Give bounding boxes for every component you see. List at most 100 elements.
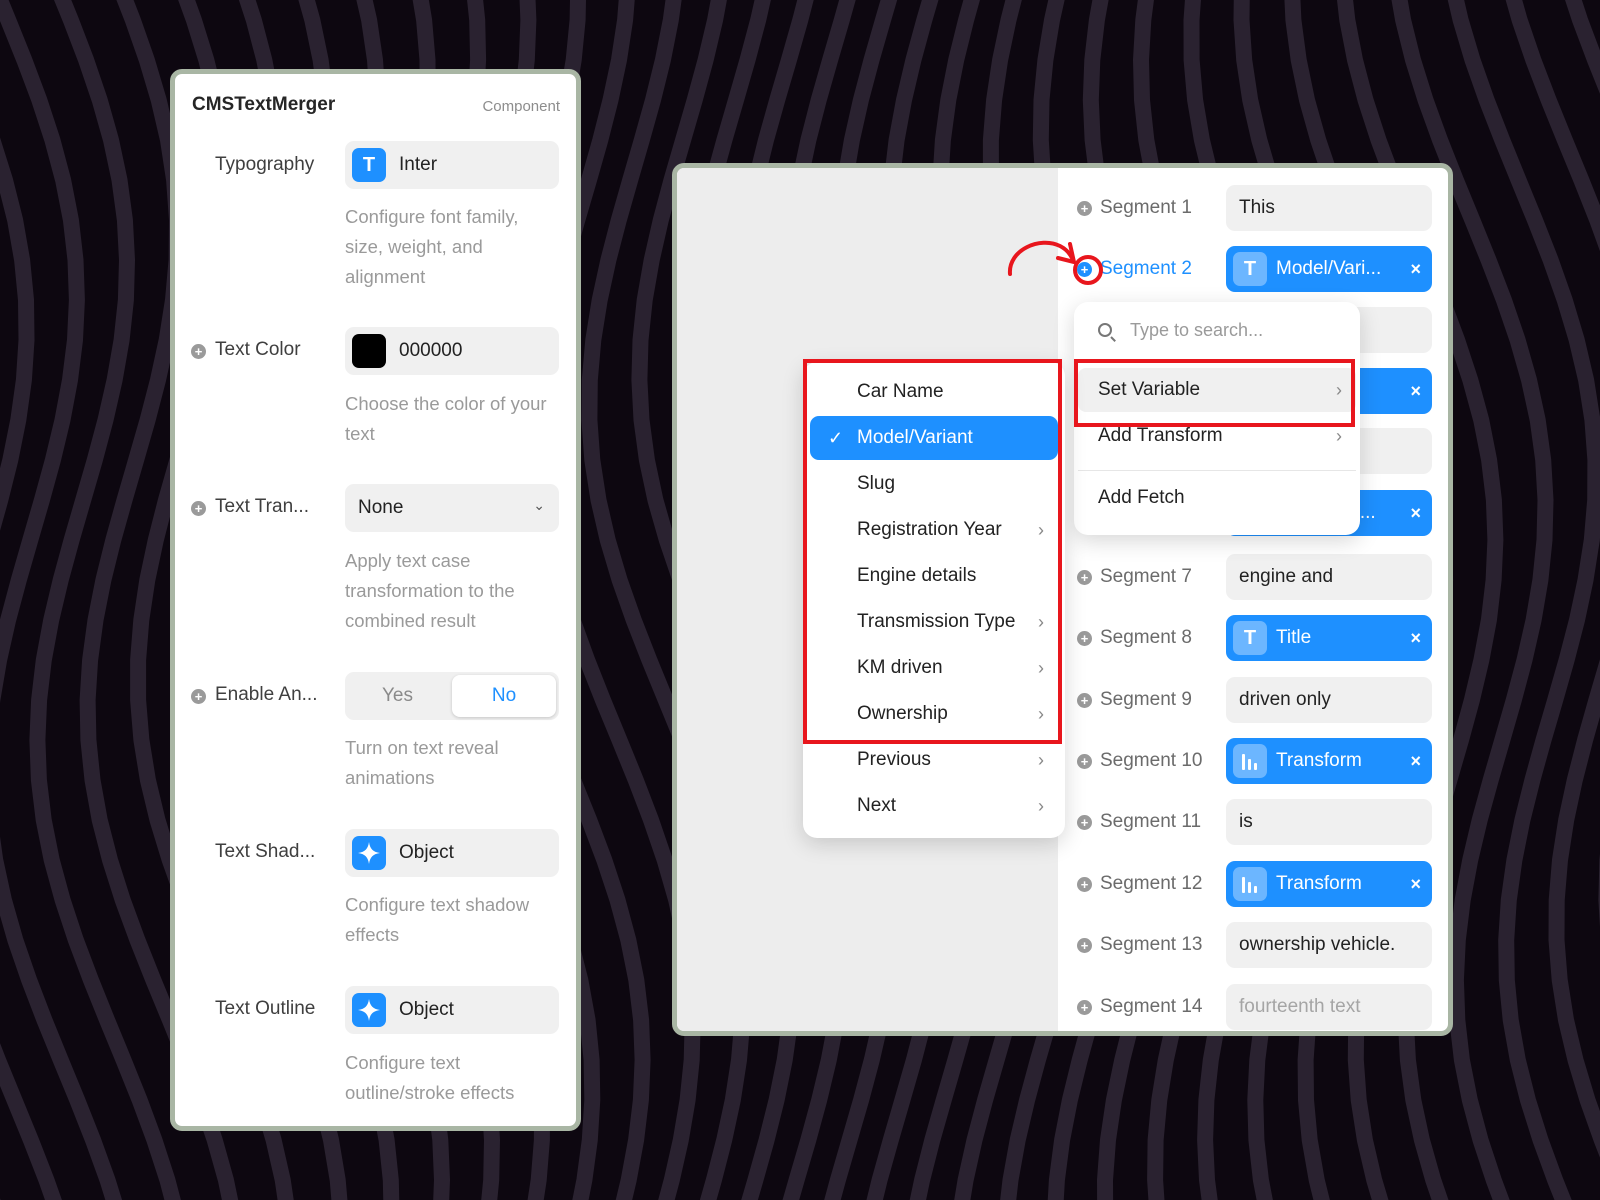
segment-row: + Segment 12 Transform × xyxy=(1073,861,1445,907)
text-icon: T xyxy=(1233,621,1267,655)
text-shadow-value: Object xyxy=(399,842,454,863)
enable-animation-label: Enable An... xyxy=(215,684,318,705)
chevron-right-icon: › xyxy=(1038,796,1044,816)
segment-row: + Segment 10 Transform × xyxy=(1073,738,1445,784)
typography-label: Typography xyxy=(215,154,315,175)
segment-variable-chip[interactable]: T Model/Vari... × xyxy=(1226,246,1432,292)
text-color-description: Choose the color of your text xyxy=(345,393,547,444)
segment-row: + Segment 11 is xyxy=(1073,799,1445,845)
segment-row: + Segment 9 driven only xyxy=(1073,677,1445,723)
segment-label: Segment 8 xyxy=(1100,627,1192,648)
menu-item-label: Add Transform xyxy=(1098,425,1223,446)
segment-transform-chip[interactable]: Transform × xyxy=(1226,861,1432,907)
segment-variable-chip[interactable]: T Title × xyxy=(1226,615,1432,661)
close-icon[interactable]: × xyxy=(1410,861,1421,907)
segment-variable-value: Model/Vari... xyxy=(1276,258,1382,279)
text-color-control[interactable]: 000000 xyxy=(345,327,559,375)
add-segment-icon[interactable]: + xyxy=(1077,201,1092,216)
add-text-color-icon[interactable]: + xyxy=(191,344,206,359)
close-icon[interactable]: × xyxy=(1410,615,1421,661)
segment-label: Segment 11 xyxy=(1100,811,1202,832)
properties-panel: CMSTextMerger Component Typography T Int… xyxy=(170,69,581,1131)
sparkle-icon xyxy=(352,836,386,870)
add-segment-icon[interactable]: + xyxy=(1077,754,1092,769)
typography-control[interactable]: T Inter xyxy=(345,141,559,189)
typography-value: Inter xyxy=(399,154,438,175)
text-shadow-control[interactable]: Object xyxy=(345,829,559,877)
enable-animation-description: Turn on text reveal animations xyxy=(345,737,499,788)
submenu-item-next[interactable]: Next › xyxy=(810,784,1058,828)
segment-label: Segment 2 xyxy=(1100,258,1192,279)
segment-input[interactable]: ownership vehicle. xyxy=(1226,922,1432,968)
segment-label: Segment 13 xyxy=(1100,934,1203,955)
text-shadow-label: Text Shad... xyxy=(215,841,316,862)
close-icon[interactable]: × xyxy=(1410,246,1421,292)
segment-variable-value: Title xyxy=(1276,627,1312,648)
segment-row: + Segment 14 fourteenth text xyxy=(1073,984,1445,1030)
search-input[interactable] xyxy=(1130,316,1340,344)
text-transform-select[interactable]: None ⌄ xyxy=(345,484,559,532)
add-segment-icon[interactable]: + xyxy=(1077,631,1092,646)
menu-item-add-fetch[interactable]: Add Fetch xyxy=(1078,476,1356,520)
text-outline-description: Configure text outline/stroke effects xyxy=(345,1052,515,1103)
add-segment-icon[interactable]: + xyxy=(1077,1000,1092,1015)
close-icon[interactable]: × xyxy=(1410,738,1421,784)
color-swatch[interactable] xyxy=(352,334,386,368)
toggle-option-no[interactable]: No xyxy=(452,675,556,717)
enable-animation-toggle: Yes No xyxy=(345,672,559,720)
sparkle-icon xyxy=(352,993,386,1027)
text-shadow-description: Configure text shadow effects xyxy=(345,894,530,945)
text-icon: T xyxy=(1233,252,1267,286)
menu-item-label: Add Fetch xyxy=(1098,487,1185,508)
close-icon[interactable]: × xyxy=(1410,368,1421,414)
segment-label: Segment 9 xyxy=(1100,689,1192,710)
menu-divider xyxy=(1078,470,1356,471)
segment-label: Segment 14 xyxy=(1100,996,1203,1017)
annotation-arrow-icon xyxy=(1007,240,1103,285)
text-transform-label: Text Tran... xyxy=(215,496,309,517)
segment-row-active: + Segment 2 T Model/Vari... × xyxy=(1073,246,1445,292)
segment-transform-value: Transform xyxy=(1276,873,1362,894)
text-outline-control[interactable]: Object xyxy=(345,986,559,1034)
add-segment-icon[interactable]: + xyxy=(1077,938,1092,953)
segment-label: Segment 10 xyxy=(1100,750,1203,771)
segment-transform-chip[interactable]: Transform × xyxy=(1226,738,1432,784)
text-color-label: Text Color xyxy=(215,339,301,360)
segment-label: Segment 7 xyxy=(1100,566,1192,587)
text-color-value: 000000 xyxy=(399,340,463,361)
typography-description: Configure font family, size, weight, and… xyxy=(345,206,519,287)
add-segment-icon[interactable]: + xyxy=(1077,877,1092,892)
segment-input[interactable]: engine and xyxy=(1226,554,1432,600)
add-segment-icon[interactable]: + xyxy=(1077,693,1092,708)
segment-row: + Segment 8 T Title × xyxy=(1073,615,1445,661)
segment-label: Segment 12 xyxy=(1100,873,1203,894)
search-icon xyxy=(1098,323,1112,337)
toggle-option-yes[interactable]: Yes xyxy=(345,672,450,720)
submenu-item-label: Next xyxy=(857,795,897,816)
annotation-box-set-variable xyxy=(1074,359,1355,427)
segment-label: Segment 1 xyxy=(1100,197,1192,218)
chevron-right-icon: › xyxy=(1038,750,1044,770)
segment-input[interactable]: driven only xyxy=(1226,677,1432,723)
panel-header: CMSTextMerger Component xyxy=(192,94,560,118)
add-enable-animation-icon[interactable]: + xyxy=(191,689,206,704)
component-title: CMSTextMerger xyxy=(192,94,336,115)
component-tag: Component xyxy=(482,98,560,115)
text-transform-description: Apply text case transformation to the co… xyxy=(345,550,515,631)
segment-input[interactable]: This xyxy=(1226,185,1432,231)
add-segment-icon[interactable]: + xyxy=(1077,815,1092,830)
segment-transform-value: Transform xyxy=(1276,750,1362,771)
submenu-item-previous[interactable]: Previous › xyxy=(810,738,1058,782)
add-text-transform-icon[interactable]: + xyxy=(191,501,206,516)
add-segment-icon[interactable]: + xyxy=(1077,570,1092,585)
segment-input[interactable]: is xyxy=(1226,799,1432,845)
bars-icon xyxy=(1233,867,1267,901)
text-icon: T xyxy=(352,148,386,182)
annotation-box-variables xyxy=(803,359,1062,744)
segment-input[interactable]: fourteenth text xyxy=(1226,984,1432,1030)
text-outline-label: Text Outline xyxy=(215,998,316,1019)
segment-row: + Segment 13 ownership vehicle. xyxy=(1073,922,1445,968)
text-outline-value: Object xyxy=(399,999,454,1020)
segment-row: + Segment 7 engine and xyxy=(1073,554,1445,600)
close-icon[interactable]: × xyxy=(1410,490,1421,536)
